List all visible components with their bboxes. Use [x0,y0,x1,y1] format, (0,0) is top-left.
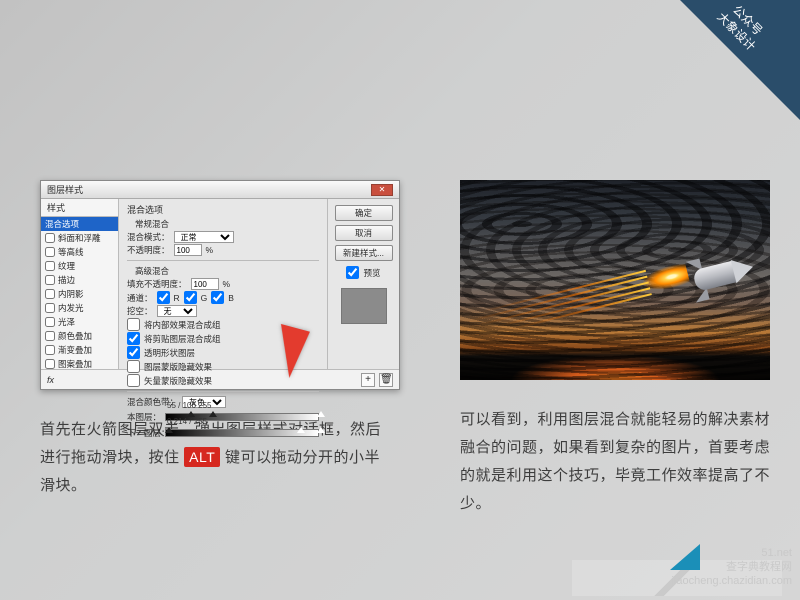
knockout-label: 挖空： [127,305,153,317]
alt-key-badge: ALT [184,447,220,467]
sidebar-item-stroke[interactable]: 描边 [41,273,118,287]
sidebar-item-contour[interactable]: 等高线 [41,245,118,259]
sidebar-item-color-overlay[interactable]: 颜色叠加 [41,329,118,343]
checkbox-icon[interactable] [45,289,55,299]
adv-opt-label: 透明形状图层 [144,347,195,359]
result-image [460,180,770,380]
dialog-title: 图层样式 [47,183,83,196]
delete-effect-button[interactable]: 🗑 [379,373,393,387]
channels-label: 通道： [127,292,153,304]
corner-badge-text: 公众号 大象设计 [695,0,788,73]
subsection-general: 常规混合 [135,218,319,230]
sidebar-item-blend-options[interactable]: 混合选项 [41,217,118,231]
channel-r-label: R [174,293,180,303]
sidebar-item-label: 描边 [58,274,75,286]
dialog-main: 混合选项 常规混合 混合模式： 正常 不透明度： % 高级混合 填充不透明度： [119,199,327,369]
corner-badge: 公众号 大象设计 [680,0,800,120]
checkbox-icon[interactable] [45,275,55,285]
channel-b-checkbox[interactable] [211,291,224,304]
preview-label: 预览 [363,267,380,279]
sidebar-item-label: 内阴影 [58,288,84,300]
slider-handle-black[interactable] [165,427,173,433]
adv-opt-checkbox[interactable] [127,360,140,373]
sidebar-item-inner-glow[interactable]: 内发光 [41,301,118,315]
cancel-button[interactable]: 取消 [335,225,393,241]
adv-opt-checkbox[interactable] [127,346,140,359]
slider-track[interactable] [165,429,319,437]
fill-opacity-input[interactable] [191,278,219,290]
percent-label: % [206,245,214,255]
checkbox-icon[interactable] [45,345,55,355]
fill-opacity-label: 填充不透明度： [127,278,187,290]
dialog-titlebar: 图层样式 ✕ [41,181,399,199]
checkbox-icon[interactable] [45,233,55,243]
sidebar-item-inner-shadow[interactable]: 内阴影 [41,287,118,301]
sidebar-item-label: 渐变叠加 [58,344,92,356]
opacity-input[interactable] [174,244,202,256]
preview-checkbox[interactable] [346,266,359,279]
underlying-layer-values: 0 214 / 255 [167,417,207,426]
adv-opt-label: 矢量蒙版隐藏效果 [144,375,212,387]
checkbox-icon[interactable] [45,303,55,313]
checkbox-icon[interactable] [45,359,55,369]
watermark: 51.net 查字典教程网 jiaocheng.chazidian.com [672,546,792,588]
checkbox-icon[interactable] [45,247,55,257]
slider-handle-white[interactable] [317,427,325,433]
adv-opt-checkbox[interactable] [127,374,140,387]
this-layer-label: 本图层： [127,411,161,423]
sidebar-header: 样式 [41,199,118,217]
checkbox-icon[interactable] [45,261,55,271]
sidebar-item-label: 混合选项 [45,218,79,230]
checkbox-icon[interactable] [45,317,55,327]
add-effect-button[interactable]: + [361,373,375,387]
sidebar-item-gradient-overlay[interactable]: 渐变叠加 [41,343,118,357]
right-caption: 可以看到，利用图层混合就能轻易的解决素材融合的问题，如果看到复杂的图片，首要考虑… [460,406,770,518]
dialog-sidebar: 样式 混合选项 斜面和浮雕 等高线 纹理 描边 内阴影 内发光 光泽 颜色叠加 … [41,199,119,369]
sidebar-item-label: 斜面和浮雕 [58,232,101,244]
adv-opt-checkbox[interactable] [127,318,140,331]
sidebar-item-label: 颜色叠加 [58,330,92,342]
adv-opt-label: 将剪贴图层混合成组 [144,333,221,345]
channel-b-label: B [228,293,234,303]
adv-opt-checkbox[interactable] [127,332,140,345]
checkbox-icon[interactable] [45,331,55,341]
adv-opt-label: 将内部效果混合成组 [144,319,221,331]
layer-style-dialog: 图层样式 ✕ 样式 混合选项 斜面和浮雕 等高线 纹理 描边 内阴影 内发光 光… [40,180,400,390]
underlying-layer-slider[interactable]: 0 214 / 255 下一图层： [127,426,319,440]
preview-swatch [341,288,387,324]
sidebar-item-label: 纹理 [58,260,75,272]
watermark-line: 查字典教程网 [672,560,792,574]
dialog-right-panel: 确定 取消 新建样式... 预览 [327,199,399,369]
knockout-select[interactable]: 无 [157,305,197,317]
channel-g-checkbox[interactable] [184,291,197,304]
watermark-line: 51.net [672,546,792,560]
blend-mode-label: 混合模式： [127,231,170,243]
opacity-label: 不透明度： [127,244,170,256]
watermark-line: jiaocheng.chazidian.com [672,574,792,588]
close-icon[interactable]: ✕ [371,184,393,196]
channel-r-checkbox[interactable] [157,291,170,304]
section-title: 混合选项 [127,203,319,216]
sidebar-item-label: 内发光 [58,302,84,314]
subsection-advanced: 高级混合 [135,265,319,277]
sidebar-item-label: 图案叠加 [58,358,92,369]
channel-g-label: G [201,293,208,303]
sidebar-item-bevel[interactable]: 斜面和浮雕 [41,231,118,245]
slider-handle-white-split[interactable] [297,427,305,433]
sidebar-item-texture[interactable]: 纹理 [41,259,118,273]
underlying-layer-label: 下一图层： [127,427,170,439]
fx-label: fx [47,375,54,385]
sidebar-item-satin[interactable]: 光泽 [41,315,118,329]
sidebar-item-pattern-overlay[interactable]: 图案叠加 [41,357,118,369]
adv-opt-label: 图层蒙版隐藏效果 [144,361,212,373]
new-style-button[interactable]: 新建样式... [335,245,393,261]
sidebar-item-label: 光泽 [58,316,75,328]
left-column: 图层样式 ✕ 样式 混合选项 斜面和浮雕 等高线 纹理 描边 内阴影 内发光 光… [40,180,400,518]
this-layer-values: 55 / 106 255 [167,401,211,410]
ok-button[interactable]: 确定 [335,205,393,221]
sidebar-item-label: 等高线 [58,246,84,258]
percent-label: % [223,279,231,289]
blend-mode-select[interactable]: 正常 [174,231,234,243]
right-column: 可以看到，利用图层混合就能轻易的解决素材融合的问题，如果看到复杂的图片，首要考虑… [460,180,770,518]
